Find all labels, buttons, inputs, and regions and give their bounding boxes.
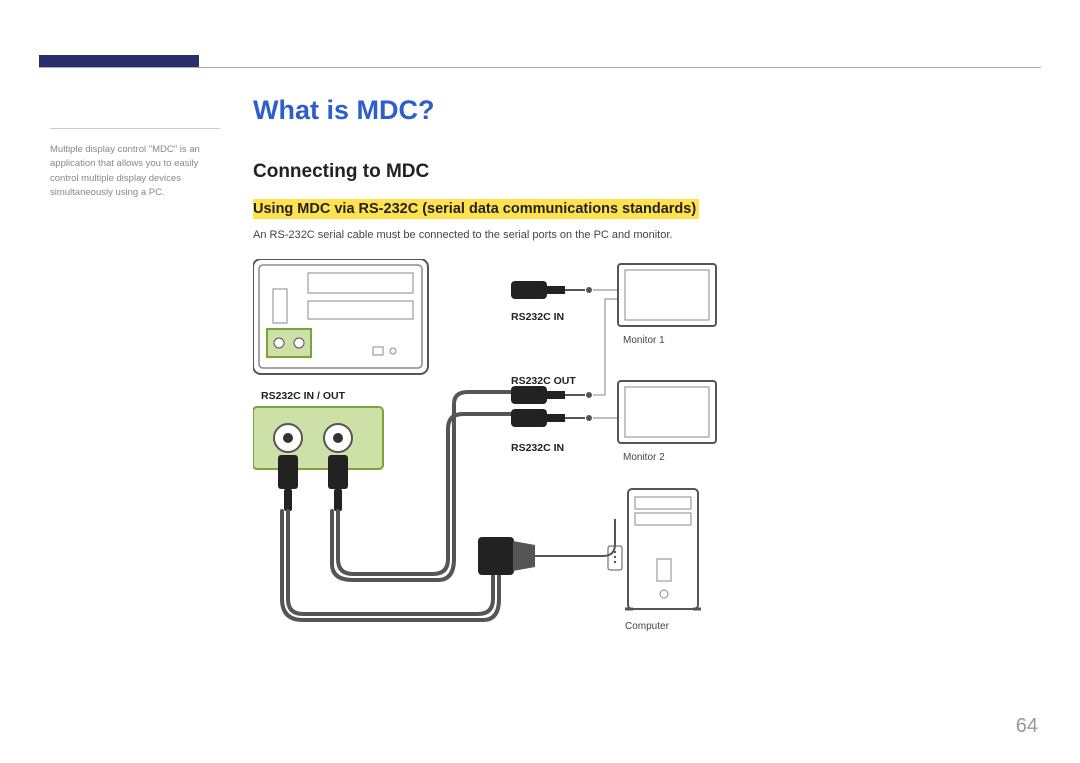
side-note-rule <box>50 128 220 129</box>
diagram-svg <box>253 259 813 659</box>
chapter-tab-indicator <box>39 55 199 67</box>
monitor-1-icon <box>618 264 716 326</box>
jack-plug-top-icon <box>511 281 592 299</box>
main-content: What is MDC? Connecting to MDC Using MDC… <box>253 95 1020 659</box>
section-heading: Connecting to MDC <box>253 161 1020 183</box>
connection-diagram: RS232C IN / OUT RS232C IN RS232C OUT RS2… <box>253 259 813 659</box>
signal-lines-icon <box>593 290 618 418</box>
computer-tower-icon <box>625 489 701 609</box>
page-title: What is MDC? <box>253 95 1020 126</box>
port-closeup-icon <box>253 407 383 469</box>
side-note: Multiple display control "MDC" is an app… <box>50 143 220 200</box>
body-text: An RS-232C serial cable must be connecte… <box>253 229 1020 241</box>
jack-plug-out-icon <box>511 386 592 404</box>
subsection-heading: Using MDC via RS-232C (serial data commu… <box>253 199 699 219</box>
jack-plug-in2-icon <box>511 409 592 427</box>
top-rule <box>39 67 1041 68</box>
display-back-panel-icon <box>253 259 428 374</box>
monitor-2-icon <box>618 381 716 443</box>
page-number: 64 <box>1016 715 1038 738</box>
db9-connector-icon <box>478 519 622 575</box>
